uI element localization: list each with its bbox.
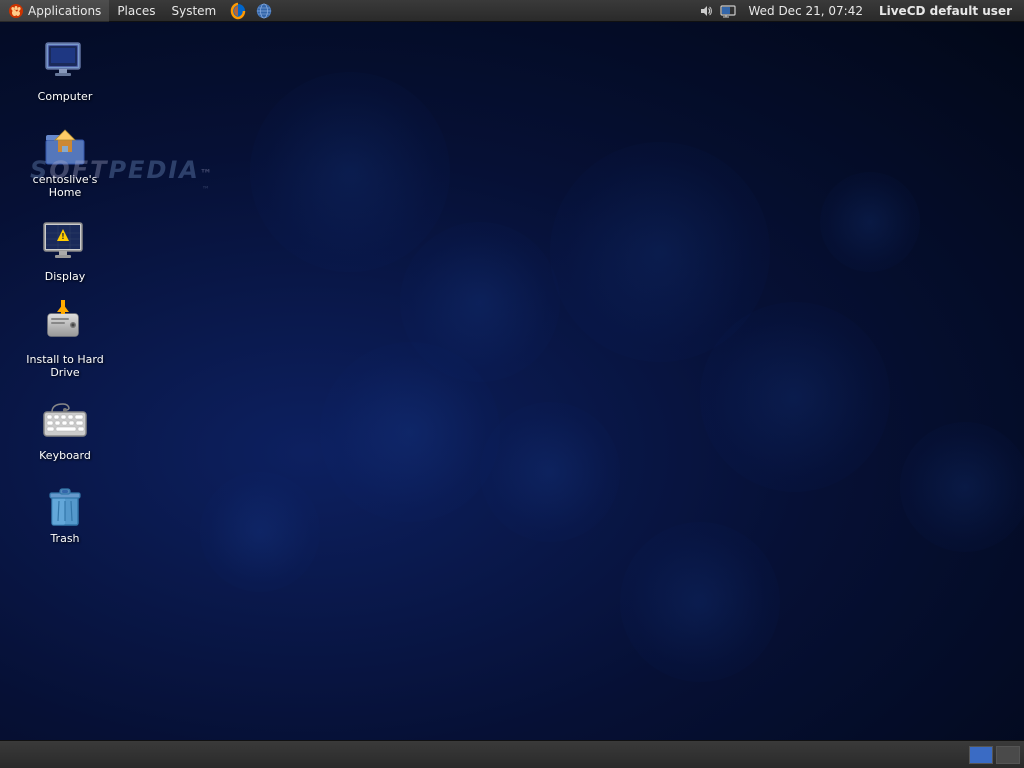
display-icon: !	[41, 218, 89, 266]
desktop-icon-keyboard[interactable]: Keyboard	[20, 391, 110, 468]
install-icon	[41, 301, 89, 349]
network-status-icon[interactable]	[720, 3, 736, 19]
desktop-icon-computer[interactable]: Computer	[20, 32, 110, 109]
display-label: Display	[45, 270, 86, 283]
applications-icon	[8, 3, 24, 19]
keyboard-label: Keyboard	[39, 449, 91, 462]
computer-label: Computer	[38, 90, 93, 103]
bokeh-8	[620, 522, 780, 682]
bokeh-1	[250, 72, 450, 272]
panel-right: Wed Dec 21, 07:42 LiveCD default user	[698, 3, 1024, 19]
bokeh-9	[820, 172, 920, 272]
install-label: Install to Hard Drive	[24, 353, 106, 379]
desktop-icon-install[interactable]: Install to Hard Drive	[20, 295, 110, 385]
bokeh-7	[200, 472, 320, 592]
workspace-1[interactable]	[969, 746, 993, 764]
menu-places[interactable]: Places	[109, 0, 163, 22]
firefox-icon	[230, 3, 246, 19]
datetime-display[interactable]: Wed Dec 21, 07:42	[742, 4, 869, 18]
bokeh-10	[900, 422, 1024, 552]
username-display: LiveCD default user	[875, 4, 1016, 18]
bokeh-6	[700, 302, 890, 492]
menu-applications[interactable]: Applications	[0, 0, 109, 22]
home-label: centoslive's Home	[24, 173, 106, 199]
home-icon	[41, 121, 89, 169]
desktop-icon-home[interactable]: centoslive's Home	[20, 115, 110, 205]
workspace-2[interactable]	[996, 746, 1020, 764]
desktop-icons: Computer centoslive's Home	[0, 22, 110, 740]
volume-icon[interactable]	[698, 3, 714, 19]
computer-icon	[41, 38, 89, 86]
keyboard-icon	[41, 397, 89, 445]
firefox-launcher[interactable]	[224, 0, 252, 22]
trash-icon	[41, 480, 89, 528]
panel-left: Applications Places System	[0, 0, 698, 22]
bottom-panel	[0, 740, 1024, 768]
system-label: System	[171, 4, 216, 18]
applications-label: Applications	[28, 4, 101, 18]
network-icon	[256, 3, 272, 19]
bokeh-5	[480, 402, 620, 542]
menu-system[interactable]: System	[163, 0, 224, 22]
desktop: SOFTPEDIA™ ™	[0, 22, 1024, 740]
trash-label: Trash	[50, 532, 79, 545]
browser-launcher[interactable]	[252, 0, 276, 22]
speaker-icon	[699, 4, 713, 18]
network-status-svg	[720, 4, 736, 18]
places-label: Places	[117, 4, 155, 18]
svg-text:!: !	[61, 232, 65, 241]
top-panel: Applications Places System	[0, 0, 1024, 22]
desktop-icon-display[interactable]: ! Display	[20, 212, 110, 289]
bokeh-4	[320, 342, 500, 522]
desktop-icon-trash[interactable]: Trash	[20, 474, 110, 551]
